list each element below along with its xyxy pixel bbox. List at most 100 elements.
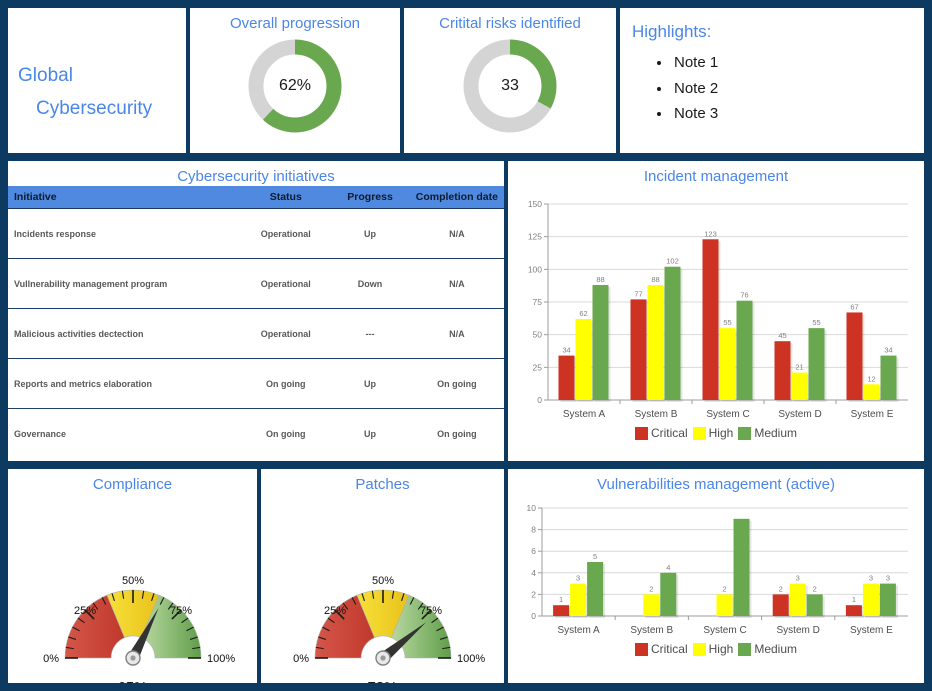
vulnerabilities-title: Vulnerabilities management (active) [597,476,835,493]
svg-text:2: 2 [531,589,536,599]
brand-line-2: Cybersecurity [36,98,153,119]
cell-progress: Up [330,358,410,409]
svg-text:System E: System E [850,625,893,636]
cell-initiative: Incidents response [8,208,242,259]
cell-status: Operational [241,208,331,259]
initiatives-title: Cybersecurity initiatives [177,168,335,185]
table-row[interactable]: Reports and metrics elaboration On going U… [8,358,504,409]
legend-item-medium[interactable]: Medium [738,426,797,440]
compliance-title: Compliance [92,476,173,493]
svg-text:System A: System A [557,625,600,636]
legend-swatch-icon [738,426,752,440]
legend-swatch-icon [738,642,752,656]
col-header-progress[interactable]: Progress [330,186,410,209]
cell-status: Operational [241,258,331,309]
svg-text:2: 2 [779,584,783,593]
table-row[interactable]: Vullnerability management program Operati… [8,258,504,309]
svg-text:150: 150 [528,199,542,209]
legend-item-medium[interactable]: Medium [738,642,797,656]
svg-text:0%: 0% [293,653,309,665]
svg-text:88: 88 [596,275,604,284]
initiatives-table: Initiative Status Progress Completion da… [8,186,504,458]
incident-management-bar-chart: 0 25 50 75 100 125 150 34 62 88 System A 77 88 102 Sys… [528,199,908,420]
svg-text:8: 8 [531,525,536,535]
legend-label: Medium [754,642,798,656]
svg-text:100%: 100% [207,653,235,665]
svg-text:88: 88 [651,275,659,284]
svg-text:4: 4 [666,563,670,572]
legend-label: High [708,426,734,440]
cell-progress: Up [364,428,377,439]
donut-critical-risks: 33 [460,36,560,136]
svg-text:3: 3 [576,574,580,583]
svg-text:125: 125 [528,232,542,242]
legend-label: Medium [754,426,798,440]
table-row[interactable]: Incidents response Operational Up N/A [8,208,504,259]
cell-status: On going [241,358,331,409]
kpi-title-critical-risks: Critital risks identified [439,15,581,32]
patches-title: Patches [355,476,410,493]
legend-item-high[interactable]: High [692,426,734,440]
patches-gauge-panel: Patches 0%25%50%75%100% 78% [261,469,504,683]
col-header-status[interactable]: Status [241,186,331,209]
compliance-gauge: 0% 25% 50% 75% 100% [30,566,236,683]
brand-panel: Global Cybersecurity [8,8,186,153]
cell-initiative: Vullnerability management program [8,258,242,309]
svg-text:123: 123 [704,229,717,238]
svg-text:2: 2 [722,584,726,593]
svg-text:3: 3 [869,574,873,583]
svg-text:4: 4 [531,568,536,578]
cell-initiative: Reports and metrics elaboration [8,358,242,409]
svg-text:System C: System C [703,625,746,636]
svg-text:System A: System A [563,409,606,420]
svg-text:System D: System D [778,409,821,420]
svg-text:System E: System E [851,409,894,420]
svg-text:50%: 50% [371,575,393,587]
kpi-value-critical-risks: 33 [501,77,519,94]
table-row[interactable]: Governance On going Up On going [8,409,504,459]
legend-item-high[interactable]: High [692,642,733,656]
svg-text:34: 34 [562,346,570,355]
dashboard-root: Global Cybersecurity Overall progression… [0,0,932,691]
svg-text:25%: 25% [73,605,95,617]
initiatives-panel: Cybersecurity initiatives Initiative Sta… [8,161,504,461]
cell-status: On going [265,428,306,439]
highlight-note: Note 1 [672,50,924,76]
cell-completion: On going [437,428,477,439]
page-title: Global Cybersecurity [8,66,186,118]
col-header-completion[interactable]: Completion date [409,186,504,209]
brand-line-1: Global [18,65,73,86]
legend-label: Critical [650,642,688,656]
gauge-dial-icon: 0% 25% 50% 75% 100% [43,575,235,666]
cell-progress: --- [330,308,410,359]
svg-text:0: 0 [537,395,542,405]
legend-label: Critical [650,426,688,440]
svg-text:75%: 75% [169,605,191,617]
col-header-initiative[interactable]: Initiative [8,186,242,209]
table-row[interactable]: Malicious activities dectection Operation… [8,308,504,359]
cell-completion: N/A [409,308,504,359]
highlights-list: Note 1Note 2Note 3 [620,50,924,127]
cell-completion: N/A [409,258,504,309]
kpi-value-overall-progression: 62% [278,77,312,94]
svg-text:0%: 0% [43,653,59,665]
highlights-panel: Highlights: Note 1Note 2Note 3 [620,8,924,153]
svg-text:45: 45 [778,331,786,340]
legend-item-critical[interactable]: Critical [634,426,688,440]
legend-item-critical[interactable]: Critical [634,642,688,656]
kpi-title-overall-progression: Overall progression [229,15,361,32]
svg-text:System D: System D [777,625,820,636]
legend-swatch-icon [692,642,706,656]
cell-completion: On going [409,358,504,409]
compliance-gauge-panel: Compliance 0%25%50%75%100% 65% [8,469,257,683]
svg-text:50: 50 [533,330,543,340]
patches-gauge: 0% 25% 50% 75% 100% [280,566,486,683]
svg-text:100%: 100% [457,653,485,665]
svg-text:21: 21 [795,363,803,372]
vulnerabilities-bar-chart: 0 2 4 6 8 10 1 3 5 System A 2 4 System B 2 System C 2 3 2… [527,503,908,636]
svg-text:77: 77 [634,289,642,298]
svg-text:76: 76 [740,291,748,300]
svg-text:2: 2 [813,584,817,593]
svg-text:2: 2 [649,584,653,593]
svg-text:1: 1 [559,595,563,604]
